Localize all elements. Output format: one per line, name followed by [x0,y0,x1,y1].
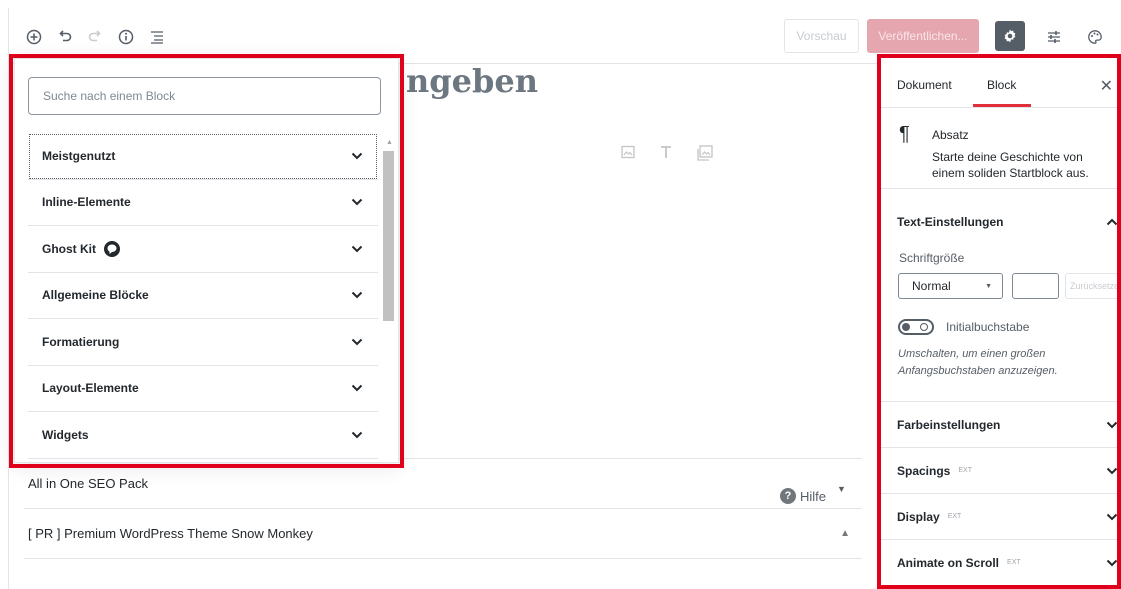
category-layout-elements[interactable]: Layout-Elemente [28,366,378,412]
chevron-down-icon [1106,559,1118,566]
category-label: Layout-Elemente [42,381,139,396]
inline-media-icons [620,144,714,167]
block-description: Starte deine Geschichte von einem solide… [932,150,1089,180]
category-label: Inline-Elemente [42,195,131,210]
tab-document[interactable]: Dokument [897,78,952,92]
drop-cap-label: Initialbuchstabe [946,320,1030,334]
category-formatting[interactable]: Formatierung [28,319,378,366]
category-label: Allgemeine Blöcke [42,288,149,303]
category-most-used[interactable]: Meistgenutzt [28,133,378,180]
image-icon[interactable] [620,144,636,167]
close-icon[interactable]: ✕ [1100,76,1113,96]
chevron-down-icon [351,152,363,160]
block-category-list: Meistgenutzt Inline-Elemente Ghost Kit A… [28,133,378,459]
collapse-arrow-icon[interactable]: ▲ [840,528,850,539]
panel-title: Animate on Scroll [897,555,1000,570]
redo-icon[interactable] [84,26,106,48]
category-label: Widgets [42,427,89,442]
custom-font-size-input[interactable] [1012,273,1059,299]
chevron-up-icon [1106,218,1118,226]
dropdown-caret-icon: ▼ [985,282,992,290]
block-inserter-panel: Meistgenutzt Inline-Elemente Ghost Kit A… [14,58,399,463]
metabox-seo[interactable]: All in One SEO Pack [24,459,862,509]
chevron-down-icon [351,199,363,206]
metabox-area: All in One SEO Pack [ PR ] Premium WordP… [24,458,862,559]
category-ghost-kit[interactable]: Ghost Kit [28,226,378,273]
chevron-down-icon [351,385,363,392]
palette-icon[interactable] [1084,26,1106,48]
metabox-title: All in One SEO Pack [28,476,148,491]
chevron-down-icon [1106,421,1118,428]
sliders-icon[interactable] [1043,26,1065,48]
info-icon[interactable] [115,26,137,48]
panel-spacings[interactable]: Spacings EXT [879,448,1121,494]
toggle-ring [920,323,928,331]
block-card: ¶ Absatz Starte deine Geschichte von ein… [879,109,1121,189]
ext-badge: EXT [947,513,962,520]
help-link[interactable]: ? Hilfe [780,488,826,504]
block-search-input[interactable] [28,77,381,115]
category-label: Meistgenutzt [42,148,116,163]
inserter-scrollbar[interactable]: ▲ [383,139,395,459]
category-inline-elements[interactable]: Inline-Elemente [28,180,378,226]
block-navigation-icon[interactable] [146,26,168,48]
category-common-blocks[interactable]: Allgemeine Blöcke [28,273,378,319]
panel-title: Spacings [897,463,951,478]
font-size-value: Normal [912,279,951,293]
category-widgets[interactable]: Widgets [28,412,378,459]
ghost-kit-icon [104,240,120,257]
settings-sidebar: Dokument Block ✕ ¶ Absatz Starte deine G… [878,58,1121,589]
sidebar-tabs: Dokument Block ✕ [879,58,1121,108]
panel-color-settings[interactable]: Farbeinstellungen [879,402,1121,448]
chevron-down-icon [351,292,363,299]
chevron-down-icon [1106,467,1118,474]
category-label: Ghost Kit [42,241,96,256]
panel-title: Text-Einstellungen [897,215,1004,229]
toggle-knob [902,323,910,331]
add-block-icon[interactable] [23,26,45,48]
chevron-down-icon [351,245,363,253]
tab-block[interactable]: Block [987,78,1016,92]
scrollbar-thumb[interactable] [383,151,394,321]
metabox-snow-monkey[interactable]: [ PR ] Premium WordPress Theme Snow Monk… [24,509,862,559]
chevron-down-icon [1106,513,1118,520]
active-tab-indicator [973,104,1031,107]
scroll-up-arrow-icon[interactable]: ▲ [386,139,393,146]
heading-icon[interactable] [658,144,674,167]
panel-title: Display [897,509,940,524]
chevron-down-icon [351,338,363,346]
category-label: Formatierung [42,334,120,349]
editor-left-border [8,64,9,589]
gallery-icon[interactable] [696,144,714,167]
metabox-title: [ PR ] Premium WordPress Theme Snow Monk… [28,526,313,541]
drop-cap-help: Umschalten, um einen großen Anfangsbuchs… [898,348,1058,377]
panel-text-settings[interactable]: Text-Einstellungen [879,199,1121,245]
ext-badge: EXT [1007,559,1021,566]
reset-button[interactable]: Zurücksetzen [1065,273,1121,299]
panel-title: Farbeinstellungen [897,417,1001,432]
ext-badge: EXT [958,467,972,474]
block-name: Absatz [932,128,969,142]
editor-toolbar: Vorschau Veröffentlichen... [8,8,1121,64]
font-size-select[interactable]: Normal ▼ [898,273,1003,299]
preview-button[interactable]: Vorschau [784,19,859,53]
panel-animate-on-scroll[interactable]: Animate on Scroll EXT [879,540,1121,586]
gear-icon[interactable] [995,21,1025,51]
undo-icon[interactable] [54,26,76,48]
panel-display[interactable]: Display EXT [879,494,1121,540]
drop-cap-toggle[interactable] [898,319,934,335]
publish-button[interactable]: Veröffentlichen... [867,19,979,53]
font-size-label: Schriftgröße [899,251,965,265]
help-dropdown-arrow-icon[interactable]: ▼ [837,484,846,494]
post-title[interactable]: ngeben [406,62,538,100]
paragraph-icon: ¶ [899,123,910,145]
chevron-down-icon [351,431,363,439]
help-icon: ? [780,488,796,504]
help-label: Hilfe [800,488,827,504]
